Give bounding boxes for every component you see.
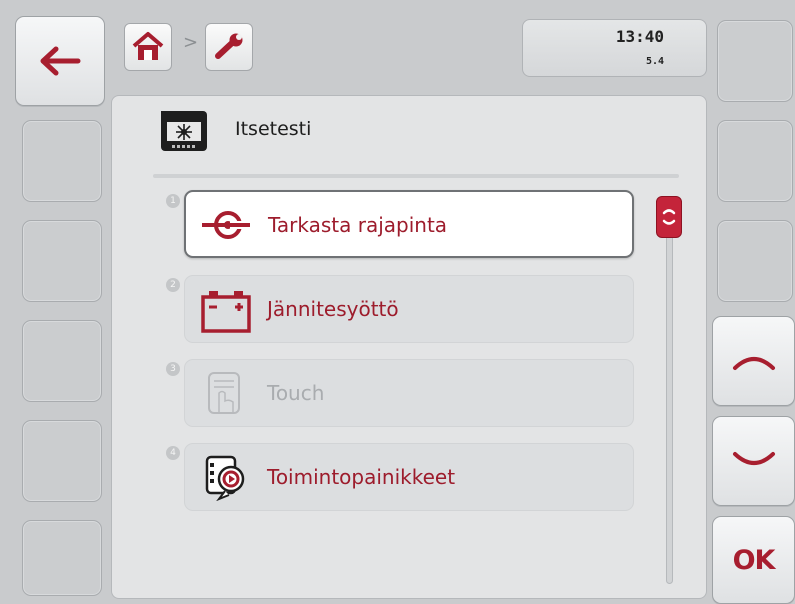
list-item-label: Touch (267, 381, 325, 405)
home-icon (132, 32, 164, 60)
terminal-selftest-icon (161, 111, 207, 151)
softkey-left-3[interactable] (22, 220, 102, 302)
list-item-jannitesyotto[interactable]: Jännitesyöttö (184, 275, 634, 343)
clock-time: 13:40 (615, 27, 664, 46)
softkey-right-2[interactable] (717, 120, 793, 202)
list-item-touch: Touch (184, 359, 634, 427)
item-number: 2 (166, 278, 180, 292)
item-number: 4 (166, 446, 180, 460)
ok-label: OK (732, 544, 776, 576)
softkey-left-5[interactable] (22, 420, 102, 502)
wrench-icon (215, 33, 243, 59)
title-divider (153, 174, 679, 178)
item-number: 3 (166, 362, 180, 376)
scroll-handle-icon (662, 209, 676, 225)
list-item-label: Jännitesyöttö (267, 297, 399, 321)
back-softkey[interactable] (15, 16, 105, 106)
list-item-toimintopainikkeet[interactable]: Toimintopainikkeet (184, 443, 634, 511)
main-panel (111, 95, 707, 599)
softkey-right-1[interactable] (717, 20, 793, 102)
scrollbar-thumb[interactable] (656, 196, 682, 238)
status-clock: 13:40 5.4 (522, 19, 707, 77)
list-item-label: Toimintopainikkeet (267, 465, 456, 489)
title-icon-wrap (158, 107, 210, 155)
item-number: 1 (166, 194, 180, 208)
softkey-left-6[interactable] (22, 520, 102, 596)
settings-button[interactable] (205, 23, 253, 71)
chevron-up-icon (732, 357, 775, 370)
scrollbar-track[interactable] (666, 200, 673, 584)
list-item-label: Tarkasta rajapinta (268, 213, 448, 237)
chevron-down-icon (732, 452, 775, 465)
softkey-left-2[interactable] (22, 120, 102, 202)
arrow-left-icon (40, 46, 81, 76)
softkey-left-4[interactable] (22, 320, 102, 402)
list-item-tarkasta-rajapinta[interactable]: Tarkasta rajapinta (184, 190, 634, 258)
interface-connector-icon (202, 211, 250, 239)
breadcrumb-separator: > (183, 32, 199, 53)
function-keys-icon (205, 455, 245, 501)
page-title: Itsetesti (235, 118, 312, 140)
battery-icon (201, 291, 251, 333)
scroll-up-softkey[interactable] (712, 316, 795, 406)
ok-softkey[interactable]: OK (712, 516, 795, 604)
touch-hand-icon (208, 372, 240, 414)
home-button[interactable] (124, 23, 172, 71)
softkey-right-3[interactable] (717, 220, 793, 302)
scroll-down-softkey[interactable] (712, 416, 795, 506)
version-number: 5.4 (645, 56, 664, 67)
